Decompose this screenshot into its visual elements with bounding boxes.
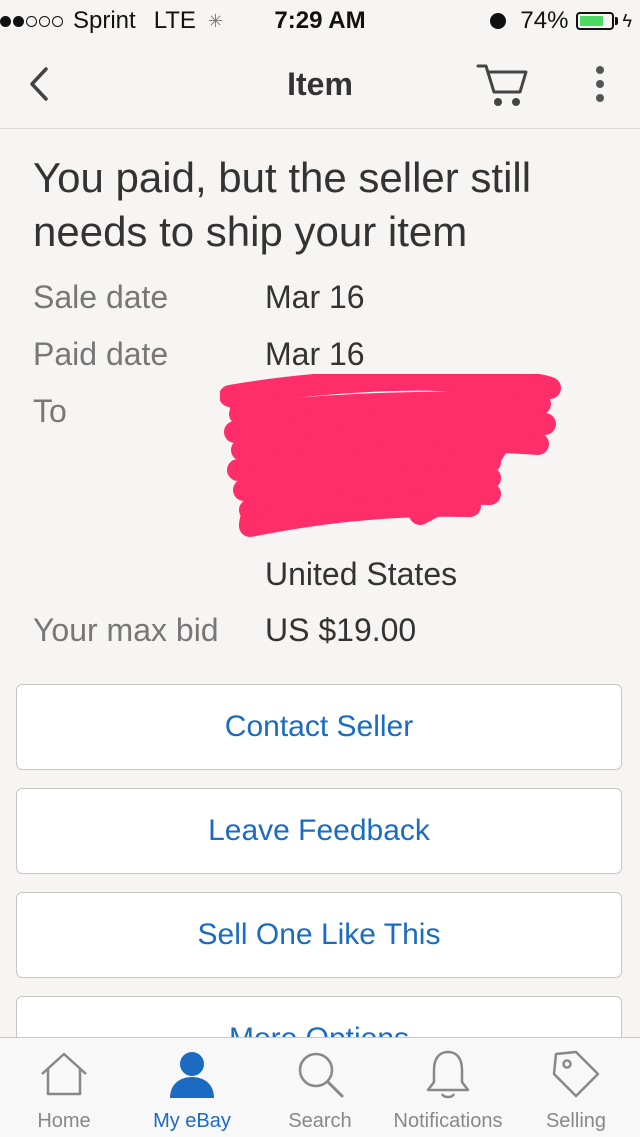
battery-percent: 74% xyxy=(520,7,569,34)
tag-icon xyxy=(552,1050,600,1098)
status-bar-right: 74% ϟ xyxy=(490,7,632,35)
tab-my-ebay[interactable]: My eBay xyxy=(128,1038,256,1137)
activity-spinner-icon: ✳ xyxy=(207,10,224,31)
tab-my-ebay-label: My eBay xyxy=(153,1110,231,1132)
chevron-left-icon xyxy=(30,67,48,101)
status-bar: Sprint LTE ✳ 7:29 AM 74% ϟ xyxy=(0,0,640,40)
page-title: Item xyxy=(287,66,353,102)
max-bid-label: Your max bid xyxy=(33,612,219,648)
contact-seller-button[interactable]: Contact Seller xyxy=(16,684,622,770)
nav-bar: Item xyxy=(0,40,640,129)
more-vertical-icon xyxy=(596,66,604,102)
more-options-action-button[interactable]: More Options xyxy=(16,996,622,1037)
home-icon xyxy=(41,1052,87,1096)
more-options-button[interactable] xyxy=(584,62,616,106)
network-type: LTE xyxy=(153,7,196,34)
bell-icon xyxy=(426,1050,470,1099)
sale-date-value: Mar 16 xyxy=(265,279,365,315)
back-button[interactable] xyxy=(20,60,68,108)
search-icon xyxy=(298,1052,344,1098)
tab-notifications-label: Notifications xyxy=(393,1110,503,1132)
to-label: To xyxy=(33,393,67,429)
paid-date-label: Paid date xyxy=(33,336,169,372)
alarm-icon xyxy=(490,13,507,29)
sale-date-label: Sale date xyxy=(33,279,169,315)
carrier-name: Sprint xyxy=(73,7,136,34)
tab-search-label: Search xyxy=(288,1110,352,1132)
charging-icon: ϟ xyxy=(622,10,632,31)
tab-search[interactable]: Search xyxy=(256,1038,384,1137)
tab-bar: Home My eBay Search Notifications Sellin… xyxy=(0,1037,640,1137)
signal-strength-icon xyxy=(0,15,65,27)
person-icon xyxy=(170,1052,214,1098)
cart-icon xyxy=(476,64,528,106)
redaction-scribble xyxy=(220,374,561,537)
tab-selling[interactable]: Selling xyxy=(512,1038,640,1137)
leave-feedback-button[interactable]: Leave Feedback xyxy=(16,788,622,874)
status-bar-left: Sprint LTE ✳ xyxy=(0,7,223,35)
order-status-headline: You paid, but the seller still needs to … xyxy=(33,154,532,255)
tab-home-label: Home xyxy=(37,1110,91,1132)
battery-icon xyxy=(576,12,615,30)
paid-date-value: Mar 16 xyxy=(265,336,365,372)
cart-button[interactable] xyxy=(474,58,534,110)
item-content: You paid, but the seller still needs to … xyxy=(0,129,640,1037)
max-bid-value: US $19.00 xyxy=(265,612,417,648)
tab-home[interactable]: Home xyxy=(0,1038,128,1137)
tab-notifications[interactable]: Notifications xyxy=(384,1038,512,1137)
tab-selling-label: Selling xyxy=(545,1110,607,1132)
sell-one-like-this-button[interactable]: Sell One Like This xyxy=(16,892,622,978)
